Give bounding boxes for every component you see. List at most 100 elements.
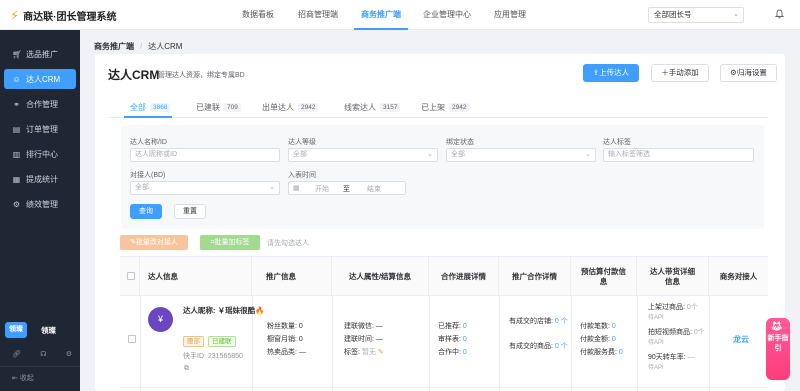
setting-button-label: 归海设置 [736,68,767,77]
page-subtitle: 管理达人资源，绑定专属BD [158,72,245,79]
document-icon: ▤ [12,124,21,134]
topnav-merchant[interactable]: 招商管理端 [292,0,344,30]
contact-time: 建联时间: — [344,336,383,343]
tier-badge: 腰部 [183,336,204,347]
header-creator-info: 达人信息 [140,257,252,296]
manual-add-button[interactable]: ＋手动添加 [651,64,709,82]
page-title: 达人CRM [108,68,160,82]
app-title: 商达联·团长管理系统 [23,12,117,23]
filter-bd-label: 对接人(BD) [130,172,166,179]
pay-service-fee: 付款服务费: 0 [580,349,623,356]
leader-select[interactable]: 全部团长号 ⌄ [648,7,744,23]
tab-all[interactable]: 全部 3868 [130,98,171,116]
reset-button[interactable]: 重置 [174,204,206,219]
batch-add-tag-button[interactable]: ⌗批量加标签 [200,235,260,250]
batch-bd-label: 批量改对接人 [135,239,178,246]
sidebar-item-orders[interactable]: ▤ 订单管理 [4,119,76,139]
breadcrumb-level1[interactable]: 商务推广端 [94,42,134,51]
sidebar-tools: 🔗︎ ☊ ⚙ [12,350,72,358]
listed-goods: 上架过商品: 0个 待API [648,304,698,321]
pay-amount: 付款金额: 0 [580,336,616,343]
chevron-down-icon: ⌄ [269,184,275,191]
window-sales: 橱窗月销: 0 [267,336,303,343]
tab-label: 已上架 [421,102,445,112]
contact-wechat: 建联微信: — [344,323,383,330]
col-divider [332,296,333,391]
sample-review: 审样表: 0 [438,336,467,343]
header-promo-info: 推广信息 [252,257,332,296]
fox-icon: 🦊︎ [771,321,783,331]
topnav-enterprise[interactable]: 企业管理中心 [418,0,476,30]
upload-button[interactable]: ⇪上传达人 [583,64,639,82]
copy-icon[interactable]: ⧉ [184,364,189,374]
date-end[interactable]: 结束 [367,184,381,194]
avatar[interactable]: ¥ [148,307,173,332]
stats-icon: ▦ [12,174,21,184]
bar-chart-icon: ▥ [12,149,21,159]
sidebar-item-label: 绩效管理 [26,199,58,209]
sidebar-item-performance[interactable]: ⚙ 绩效管理 [4,194,76,214]
leader-select-value: 全部团长号 [654,10,692,19]
gear-icon: ⚙ [730,68,737,77]
sidebar-item-ranking[interactable]: ▥ 排行中心 [4,144,76,164]
in-cooperation: 合作中: 0 [438,349,467,356]
top-bar: ⚡ 商达联·团长管理系统 数据看板 招商管理端 商务推广端 企业管理中心 应用管… [0,0,800,30]
topnav-dashboard[interactable]: 数据看板 [232,0,284,30]
chevron-down-icon: ⌄ [733,11,739,18]
tab-label: 出单达人 [262,102,294,112]
tab-leads[interactable]: 线索达人 3157 [344,98,401,116]
bd-contact-name[interactable]: 龙云 [733,335,749,345]
level-select[interactable]: 全部 ⌄ [288,148,438,162]
bind-status-select[interactable]: 全部 ⌄ [446,148,596,162]
batch-change-bd-button[interactable]: ✎批量改对接人 [120,235,188,250]
select-all-checkbox[interactable] [127,272,135,280]
query-button[interactable]: 查询 [130,204,162,219]
collapse-label: 收起 [19,375,34,382]
bd-select-value: 全部 [135,184,149,191]
sidebar-item-commission[interactable]: ▦ 提成统计 [4,169,76,189]
sidebar-item-label: 提成统计 [26,174,58,184]
breadcrumb-sep: / [140,42,143,51]
setting-button[interactable]: ⚙归海设置 [720,64,777,82]
bell-icon[interactable] [774,9,785,21]
topnav-apps[interactable]: 应用管理 [484,0,536,30]
tab-connected[interactable]: 已建联 709 [196,98,241,116]
sidebar-item-cooperation[interactable]: ⚭ 合作管理 [4,94,76,114]
link-icon[interactable]: 🔗︎ [12,350,21,358]
tab-listed[interactable]: 已上架 2942 [421,98,470,116]
lightning-icon: ⚡ [10,8,20,23]
tab-label: 线索达人 [344,102,376,112]
sidebar-collapse[interactable]: ⇤ 收起 [12,373,34,383]
header-sales-detail: 达人带货详细信息 [637,257,709,296]
date-range-picker[interactable]: ▦ 开始 至 结束 [288,181,406,195]
filter-level-label: 达人等级 [288,139,316,146]
app-logo[interactable]: ⚡ 商达联·团长管理系统 [10,8,116,23]
header-progress: 合作进展详情 [429,257,499,296]
pay-count: 付款笔数: 0 [580,323,616,330]
newbie-guide-button[interactable]: 🦊︎ 新手指引 [766,318,790,380]
topnav-business-promotion[interactable]: 商务推广端 [352,0,410,30]
creator-nickname[interactable]: 达人昵称: ￥瑶妹很酷🔥 [183,306,268,316]
guide-label: 新手指引 [767,335,789,352]
headset-icon[interactable]: ☊ [40,350,46,358]
table-header: 达人信息 推广信息 达人属性/结算信息 合作进展详情 推广合作详情 预估算付款信… [120,257,768,296]
collapse-icon: ⇤ [12,375,18,382]
deal-shops: 有成交的店铺: 0 个 [509,318,568,325]
tab-ordering[interactable]: 出单达人 2942 [262,98,319,116]
gear-icon[interactable]: ⚙ [66,350,72,358]
tag-input-placeholder: 输入标签筛选 [608,151,650,158]
tag-input[interactable]: 输入标签筛选 [603,148,754,162]
row-checkbox[interactable] [128,335,136,343]
bd-select[interactable]: 全部 ⌄ [130,181,280,195]
pencil-icon[interactable]: ✎ [378,349,384,356]
sidebar-item-product-promotion[interactable]: 🛒︎ 选品推广 [4,44,76,64]
filter-tag-label: 达人标签 [603,139,631,146]
date-start[interactable]: 开始 [315,184,329,194]
sidebar-user[interactable]: 领璨 领璨 [5,322,56,338]
sidebar-divider [0,366,80,367]
level-select-value: 全部 [293,151,307,158]
name-input[interactable]: 达人昵称或ID [130,148,280,162]
tab-count: 3157 [380,102,401,112]
breadcrumb: 商务推广端 / 达人CRM [94,41,182,52]
sidebar-item-crm[interactable]: ☺ 达人CRM [4,69,76,89]
